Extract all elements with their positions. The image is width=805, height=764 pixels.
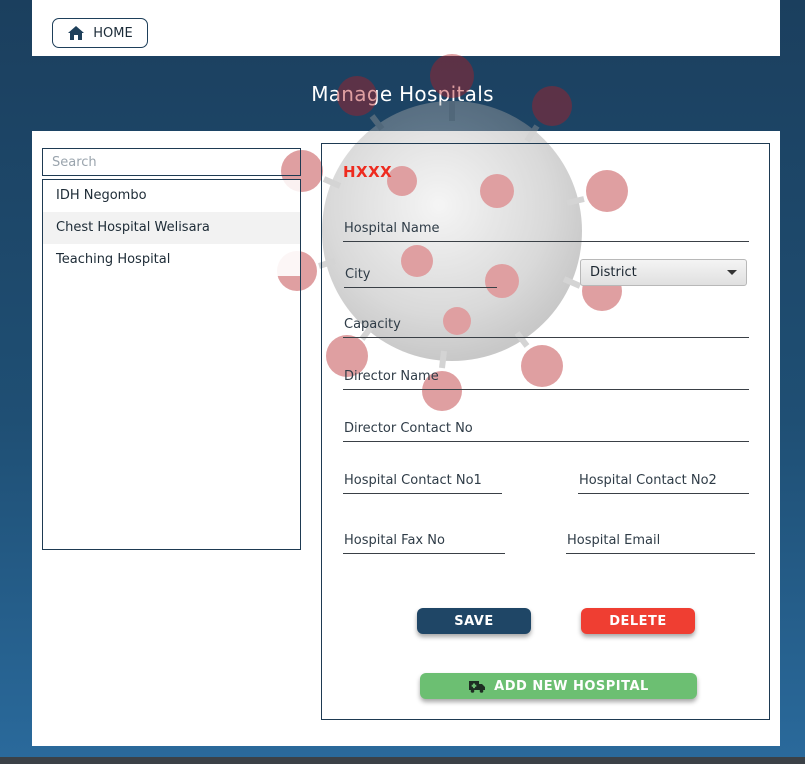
search-input[interactable]: [42, 148, 301, 176]
capacity-input[interactable]: [343, 312, 751, 337]
home-button[interactable]: HOME: [52, 18, 148, 48]
page-title: Manage Hospitals: [311, 82, 494, 106]
main-panel: IDH Negombo Chest Hospital Welisara Teac…: [32, 54, 780, 746]
district-select-value: District: [590, 265, 637, 280]
list-item[interactable]: Chest Hospital Welisara: [43, 212, 300, 244]
email-field: [566, 528, 757, 554]
director-contact-input[interactable]: [343, 416, 751, 441]
delete-button[interactable]: DELETE: [581, 608, 695, 634]
city-input[interactable]: [344, 262, 499, 287]
contact-no2-input[interactable]: [578, 468, 751, 493]
fax-input[interactable]: [343, 528, 507, 553]
contact-no1-field: [343, 468, 504, 494]
delete-button-label: DELETE: [609, 613, 667, 629]
fax-field: [343, 528, 507, 554]
list-item-label: Teaching Hospital: [56, 252, 171, 267]
home-button-label: HOME: [93, 25, 133, 41]
save-button[interactable]: SAVE: [417, 608, 531, 634]
director-name-input[interactable]: [343, 364, 751, 389]
top-bar: HOME: [32, 0, 780, 56]
add-new-hospital-button[interactable]: ADD NEW HOSPITAL: [420, 673, 697, 699]
list-item[interactable]: Teaching Hospital: [43, 244, 300, 276]
list-item-label: Chest Hospital Welisara: [56, 220, 210, 235]
capacity-field: [343, 312, 751, 338]
ambulance-icon: [469, 681, 486, 693]
hospital-id: HXXX: [343, 163, 393, 181]
hospital-form: HXXX District: [321, 143, 770, 720]
contact-no1-input[interactable]: [343, 468, 504, 493]
email-input[interactable]: [566, 528, 757, 553]
list-item-label: IDH Negombo: [56, 188, 147, 203]
city-field: [344, 262, 499, 288]
hospital-name-field: [343, 216, 751, 242]
hospital-list: IDH Negombo Chest Hospital Welisara Teac…: [42, 179, 301, 550]
hospital-name-input[interactable]: [343, 216, 751, 241]
chevron-down-icon: [727, 270, 737, 275]
director-contact-field: [343, 416, 751, 442]
district-select[interactable]: District: [580, 259, 747, 286]
list-item[interactable]: IDH Negombo: [43, 180, 300, 212]
contact-no2-field: [578, 468, 751, 494]
director-name-field: [343, 364, 751, 390]
bottom-edge: [0, 757, 805, 764]
home-icon: [68, 26, 85, 40]
add-new-hospital-label: ADD NEW HOSPITAL: [494, 678, 649, 694]
save-button-label: SAVE: [454, 613, 494, 629]
